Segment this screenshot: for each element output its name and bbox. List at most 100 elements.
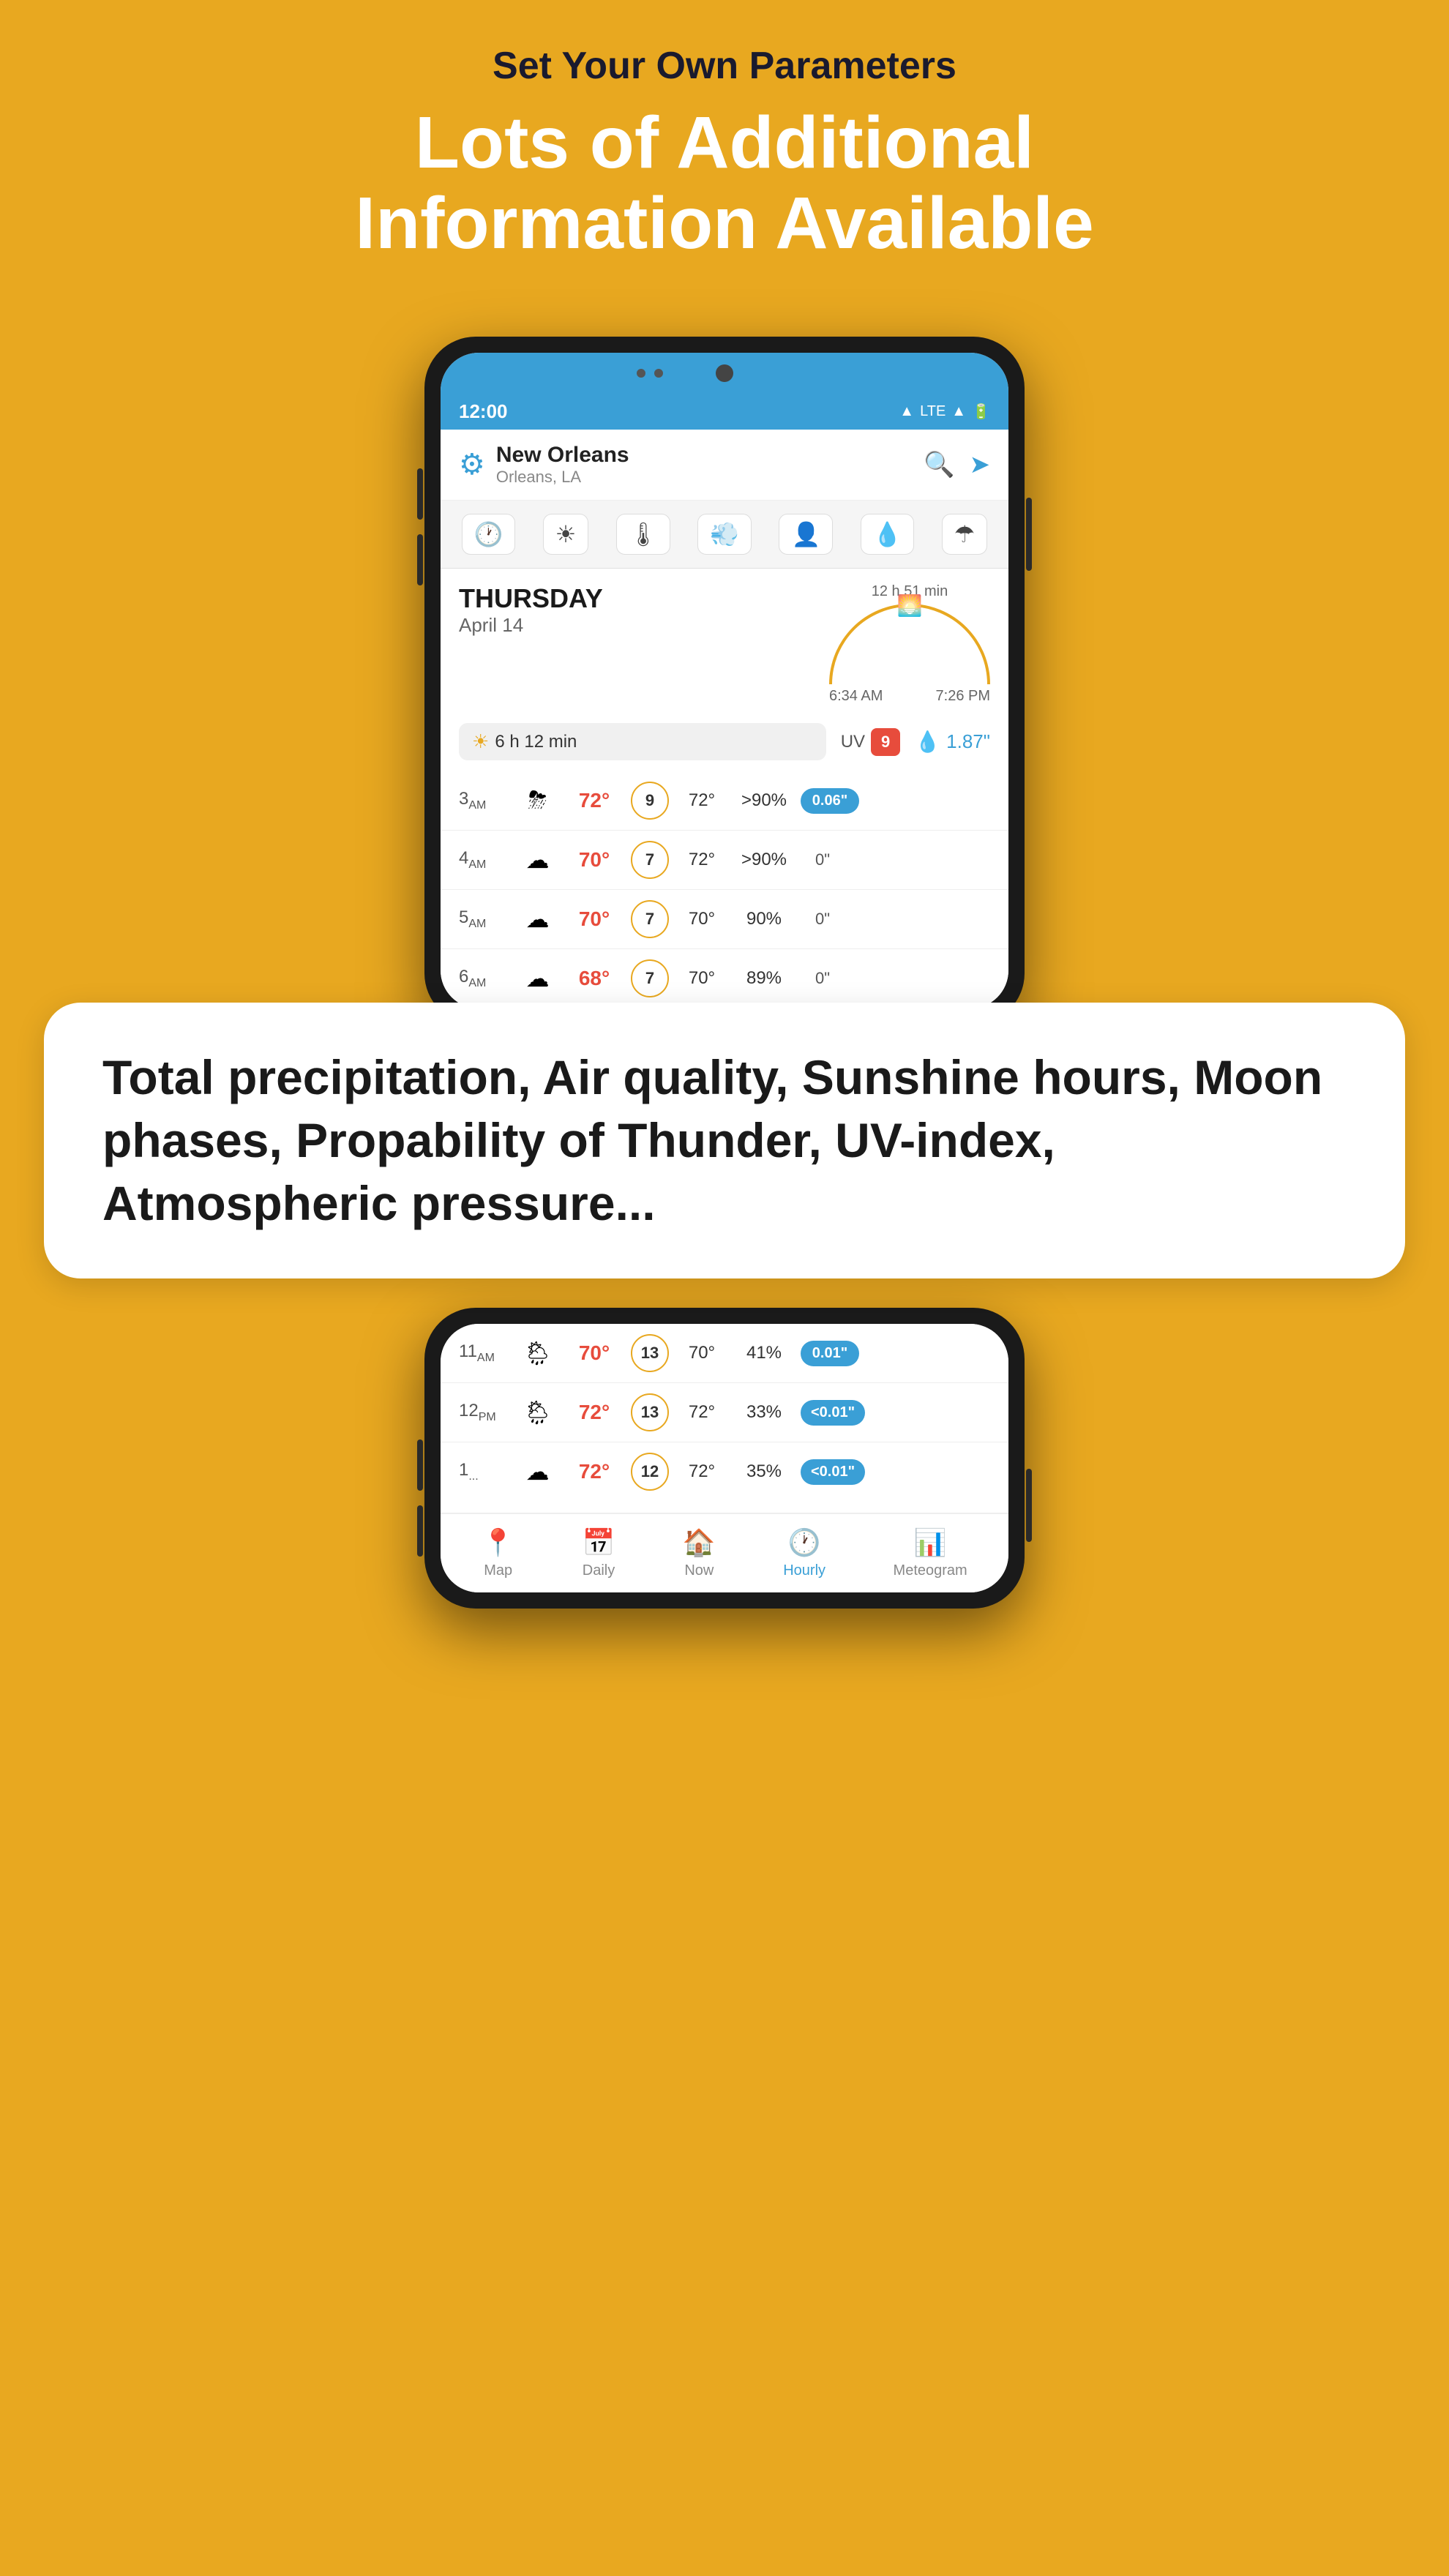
sun-arc-container: 12 h 51 min 🌅 6:34 AM 7:26 PM [829, 583, 990, 705]
navigation-icon[interactable]: ➤ [970, 450, 991, 479]
wifi-icon: ▲ [899, 403, 914, 420]
weather-icon-4am: ☁ [517, 846, 558, 874]
precip-1pm: <0.01" [801, 1459, 865, 1485]
rain-value: 1.87" [946, 730, 990, 753]
status-bar: 12:00 ▲ LTE ▲ 🔋 [441, 393, 1008, 430]
humid-1pm: 35% [735, 1461, 793, 1482]
volume-up-button[interactable] [417, 468, 423, 520]
gear-icon[interactable]: ⚙ [459, 448, 485, 482]
header-subtitle: Set Your Own Parameters [355, 44, 1093, 88]
icon-bar-wind[interactable]: 💨 [697, 514, 752, 555]
dew-12pm: 72° [676, 1402, 727, 1423]
hourly-icon: 🕐 [788, 1527, 821, 1558]
app-header: ⚙ New Orleans Orleans, LA 🔍 ➤ [441, 430, 1008, 501]
day-section: THURSDAY April 14 12 h 51 min 🌅 6:34 AM … [441, 569, 1008, 716]
icon-bar: 🕐 ☀ 🌡 💨 👤 💧 ☂ [441, 501, 1008, 569]
precip-3am: 0.06" [801, 788, 859, 814]
notch-dot-2 [654, 369, 663, 378]
day-name: THURSDAY [459, 583, 603, 614]
icon-bar-thermometer[interactable]: 🌡 [616, 514, 671, 555]
uv-circle-11am: 13 [631, 1334, 669, 1372]
location-info: New Orleans Orleans, LA [496, 443, 629, 487]
icon-bar-umbrella[interactable]: ☂ [942, 514, 988, 555]
hour-12pm: 12PM [459, 1401, 510, 1424]
hour-11am: 11AM [459, 1341, 510, 1365]
icon-bar-sun[interactable]: ☀ [543, 514, 589, 555]
dew-6am: 70° [676, 968, 727, 989]
hour-6am: 6AM [459, 967, 510, 990]
nav-meteogram-label: Meteogram [894, 1562, 967, 1579]
uv-circle-12pm: 13 [631, 1393, 669, 1431]
phone-bottom-container: 11AM 🌦 70° 13 70° 41% 0.01" 12PM 🌦 72° 1… [424, 1278, 1025, 1609]
volume-down-button-bottom[interactable] [417, 1505, 423, 1557]
phone-notch-dots [637, 369, 663, 378]
nav-hourly[interactable]: 🕐 Hourly [783, 1527, 825, 1579]
weather-icon-6am: ☁ [517, 965, 558, 992]
header-title-line2: Information Available [355, 182, 1093, 264]
signal-icon: ▲ [951, 403, 966, 420]
app-header-right: 🔍 ➤ [924, 450, 990, 479]
phone-camera [716, 364, 733, 382]
hourly-row-3am: 3AM ⛈ 72° 9 72° >90% 0.06" [441, 771, 1008, 831]
dew-4am: 72° [676, 850, 727, 870]
header-title-line1: Lots of Additional [415, 102, 1034, 184]
weather-icon-5am: ☁ [517, 905, 558, 933]
hourly-row-6am: 6AM ☁ 68° 7 70° 89% 0" [441, 949, 1008, 1008]
temp-4am: 70° [565, 848, 624, 872]
info-bubble-text: Total precipitation, Air quality, Sunshi… [102, 1046, 1347, 1235]
status-time: 12:00 [459, 400, 508, 423]
location-name: New Orleans [496, 443, 629, 468]
day-date: April 14 [459, 614, 603, 637]
hour-1pm: 1... [459, 1460, 510, 1483]
hourly-row-4am: 4AM ☁ 70° 7 72° >90% 0" [441, 831, 1008, 890]
uv-circle-6am: 7 [631, 959, 669, 997]
phone-bottom-outer: 11AM 🌦 70° 13 70° 41% 0.01" 12PM 🌦 72° 1… [424, 1308, 1025, 1609]
dew-3am: 72° [676, 790, 727, 811]
temp-5am: 70° [565, 907, 624, 931]
phone-top-screen: 12:00 ▲ LTE ▲ 🔋 ⚙ New Orleans Orleans [441, 353, 1008, 1008]
icon-bar-drops[interactable]: 💧 [861, 514, 915, 555]
app-header-left: ⚙ New Orleans Orleans, LA [459, 443, 629, 487]
icon-bar-person[interactable]: 👤 [779, 514, 833, 555]
temp-1pm: 72° [565, 1460, 624, 1483]
sunshine-stat: ☀ 6 h 12 min [459, 723, 826, 760]
volume-down-button[interactable] [417, 534, 423, 585]
precip-6am: 0" [801, 969, 845, 988]
hour-3am: 3AM [459, 789, 510, 812]
status-icons: ▲ LTE ▲ 🔋 [899, 402, 990, 421]
phone-notch [441, 353, 1008, 393]
power-button-bottom[interactable] [1026, 1469, 1032, 1542]
temp-12pm: 72° [565, 1401, 624, 1424]
battery-icon: 🔋 [972, 402, 990, 421]
uv-circle-3am: 9 [631, 782, 669, 820]
uv-value: 9 [871, 728, 900, 756]
hourly-row-11am: 11AM 🌦 70° 13 70° 41% 0.01" [441, 1324, 1008, 1383]
nav-now[interactable]: 🏠 Now [683, 1527, 716, 1579]
hour-5am: 5AM [459, 907, 510, 931]
daily-icon: 📅 [583, 1527, 615, 1558]
header-section: Set Your Own Parameters Lots of Addition… [282, 0, 1167, 293]
header-title: Lots of Additional Information Available [355, 102, 1093, 263]
search-icon[interactable]: 🔍 [924, 450, 954, 479]
meteogram-icon: 📊 [914, 1527, 947, 1558]
notch-dot-1 [637, 369, 645, 378]
uv-circle-4am: 7 [631, 841, 669, 879]
humid-11am: 41% [735, 1343, 793, 1363]
temp-6am: 68° [565, 967, 624, 990]
power-button[interactable] [1026, 498, 1032, 571]
phone-top-outer: 12:00 ▲ LTE ▲ 🔋 ⚙ New Orleans Orleans [424, 337, 1025, 1025]
hourly-row-12pm: 12PM 🌦 72° 13 72° 33% <0.01" [441, 1383, 1008, 1442]
nav-meteogram[interactable]: 📊 Meteogram [894, 1527, 967, 1579]
sunshine-icon: ☀ [472, 730, 489, 753]
icon-bar-clock[interactable]: 🕐 [462, 514, 516, 555]
volume-up-button-bottom[interactable] [417, 1439, 423, 1491]
nav-map[interactable]: 📍 Map [482, 1527, 514, 1579]
hourly-rows-top: 3AM ⛈ 72° 9 72° >90% 0.06" 4AM ☁ 70° 7 [441, 771, 1008, 1008]
rain-stat: 💧 1.87" [915, 730, 990, 754]
hourly-rows-bottom: 11AM 🌦 70° 13 70° 41% 0.01" 12PM 🌦 72° 1… [441, 1324, 1008, 1513]
humid-12pm: 33% [735, 1402, 793, 1423]
humid-5am: 90% [735, 909, 793, 929]
sun-times: 6:34 AM 7:26 PM [829, 688, 990, 705]
stats-row: ☀ 6 h 12 min UV 9 💧 1.87" [441, 716, 1008, 771]
nav-daily[interactable]: 📅 Daily [583, 1527, 615, 1579]
